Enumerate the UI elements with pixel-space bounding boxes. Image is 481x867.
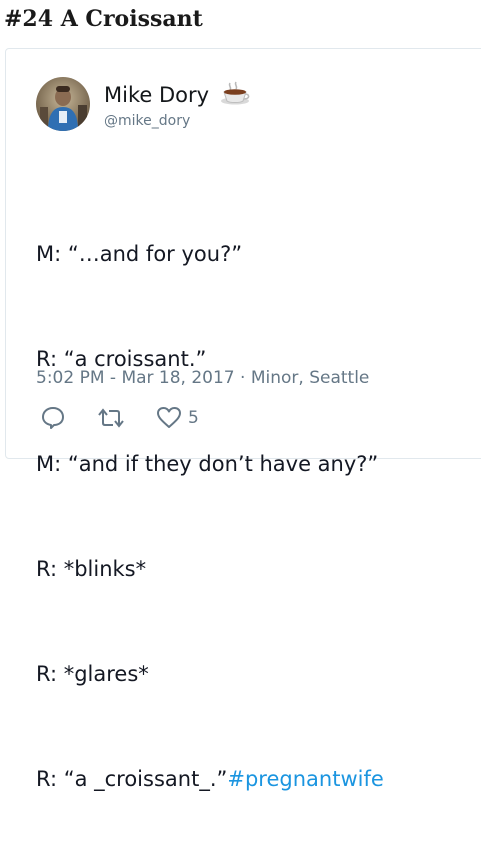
hashtag-link[interactable]: #pregnantwife	[227, 767, 383, 791]
author-handle[interactable]: @mike_dory	[104, 113, 190, 129]
author-name[interactable]: Mike Dory	[104, 81, 250, 108]
author-name-text: Mike Dory	[104, 83, 210, 107]
tweet-line: R: *blinks*	[36, 557, 147, 581]
tweet-line-text: R: “a _croissant_.”	[36, 767, 228, 791]
tweet-line-last: R: “a _croissant_.”#pregnantwife	[36, 762, 384, 797]
like-count: 5	[188, 408, 199, 428]
avatar-image	[36, 77, 90, 131]
article-heading: #24 A Croissant	[4, 6, 203, 32]
heart-icon[interactable]	[156, 405, 182, 431]
tweet-text: M: “…and for you?” R: “a croissant.” M: …	[36, 167, 384, 867]
retweet-icon[interactable]	[96, 405, 126, 431]
coffee-cup-icon	[220, 81, 250, 105]
reply-icon[interactable]	[40, 405, 66, 431]
tweet-line: R: *glares*	[36, 662, 149, 686]
tweet-actions: 5	[40, 405, 199, 431]
tweet-timestamp-location[interactable]: 5:02 PM - Mar 18, 2017 · Minor, Seattle	[36, 368, 369, 388]
tweet-card: Mike Dory @mike_dory M: “…and for you?” …	[5, 48, 481, 791]
avatar[interactable]	[36, 77, 90, 131]
tweet-line: M: “…and for you?”	[36, 242, 243, 266]
